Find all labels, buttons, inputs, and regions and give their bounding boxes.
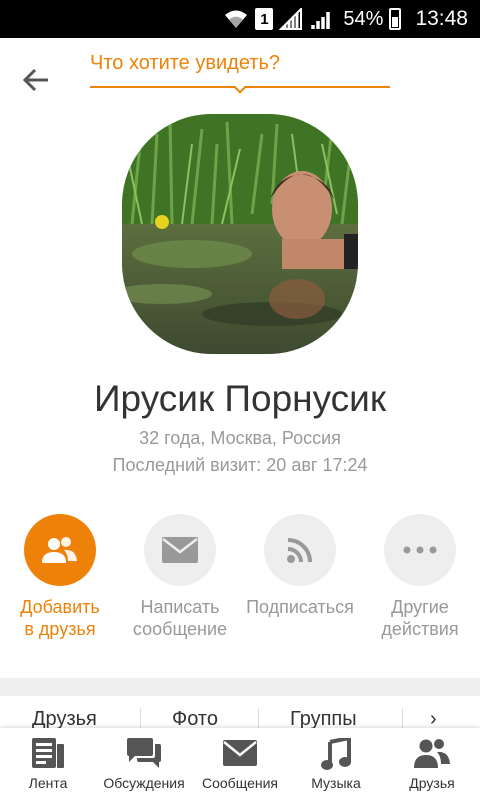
write-message-label: Написать сообщение (132, 597, 228, 639)
add-friend-circle (24, 514, 96, 586)
subscribe-circle (264, 514, 336, 586)
back-button[interactable] (18, 62, 54, 98)
signal-icon (279, 8, 303, 30)
nav-music[interactable]: Музыка (288, 728, 384, 800)
search-prompt-text: Что хотите увидеть? (90, 52, 280, 74)
add-friend-button[interactable]: Добавить в друзья (0, 514, 120, 640)
subscribe-button[interactable]: Подписаться (240, 514, 360, 618)
search-prompt-notch (234, 82, 246, 94)
music-icon (321, 738, 351, 770)
messages-icon (223, 740, 257, 766)
sim-icon: 1 (255, 8, 274, 30)
nav-friends[interactable]: Друзья (384, 728, 480, 800)
nav-friends-label: Друзья (409, 775, 455, 791)
clock: 13:48 (415, 7, 468, 30)
profile-age-location: 32 года, Москва, Россия (139, 428, 341, 448)
wifi-icon (225, 10, 248, 28)
more-dots-icon (403, 546, 437, 554)
discussions-icon (127, 738, 161, 768)
feed-icon (32, 738, 64, 768)
nav-discussions-label: Обсуждения (103, 775, 185, 791)
subscribe-label: Подписаться (246, 597, 354, 617)
envelope-icon (162, 537, 198, 563)
nav-music-label: Музыка (311, 775, 361, 791)
search-prompt[interactable]: Что хотите увидеть? (90, 50, 390, 94)
profile-name: Ирусик Порнусик (93, 378, 387, 419)
battery-icon (389, 8, 402, 30)
write-message-circle (144, 514, 216, 586)
nav-discussions[interactable]: Обсуждения (96, 728, 192, 800)
nav-feed[interactable]: Лента (0, 728, 96, 800)
rss-icon (287, 538, 312, 563)
battery-percent: 54% (343, 7, 384, 30)
nav-messages[interactable]: Сообщения (192, 728, 288, 800)
section-divider (0, 678, 480, 696)
nav-feed-label: Лента (28, 775, 68, 791)
bottom-navigation: Лента Обсуждения Сообщения Музыка Друзья (0, 728, 480, 800)
nav-messages-label: Сообщения (202, 775, 278, 791)
signal-icon-2 (311, 12, 331, 29)
avatar-photo (122, 114, 358, 354)
add-friend-label: Добавить в друзья (20, 597, 100, 639)
profile-avatar[interactable] (122, 114, 358, 354)
other-actions-button[interactable]: Другие действия (360, 514, 480, 640)
arrow-left-icon (22, 68, 48, 92)
add-friend-icon (42, 537, 77, 563)
other-actions-circle (384, 514, 456, 586)
friends-icon (414, 739, 450, 768)
profile-last-visit: Последний визит: 20 авг 17:24 (112, 455, 368, 475)
write-message-button[interactable]: Написать сообщение (120, 514, 240, 640)
other-actions-label: Другие действия (381, 597, 459, 639)
status-bar: 1 54% 13:48 (0, 0, 480, 38)
